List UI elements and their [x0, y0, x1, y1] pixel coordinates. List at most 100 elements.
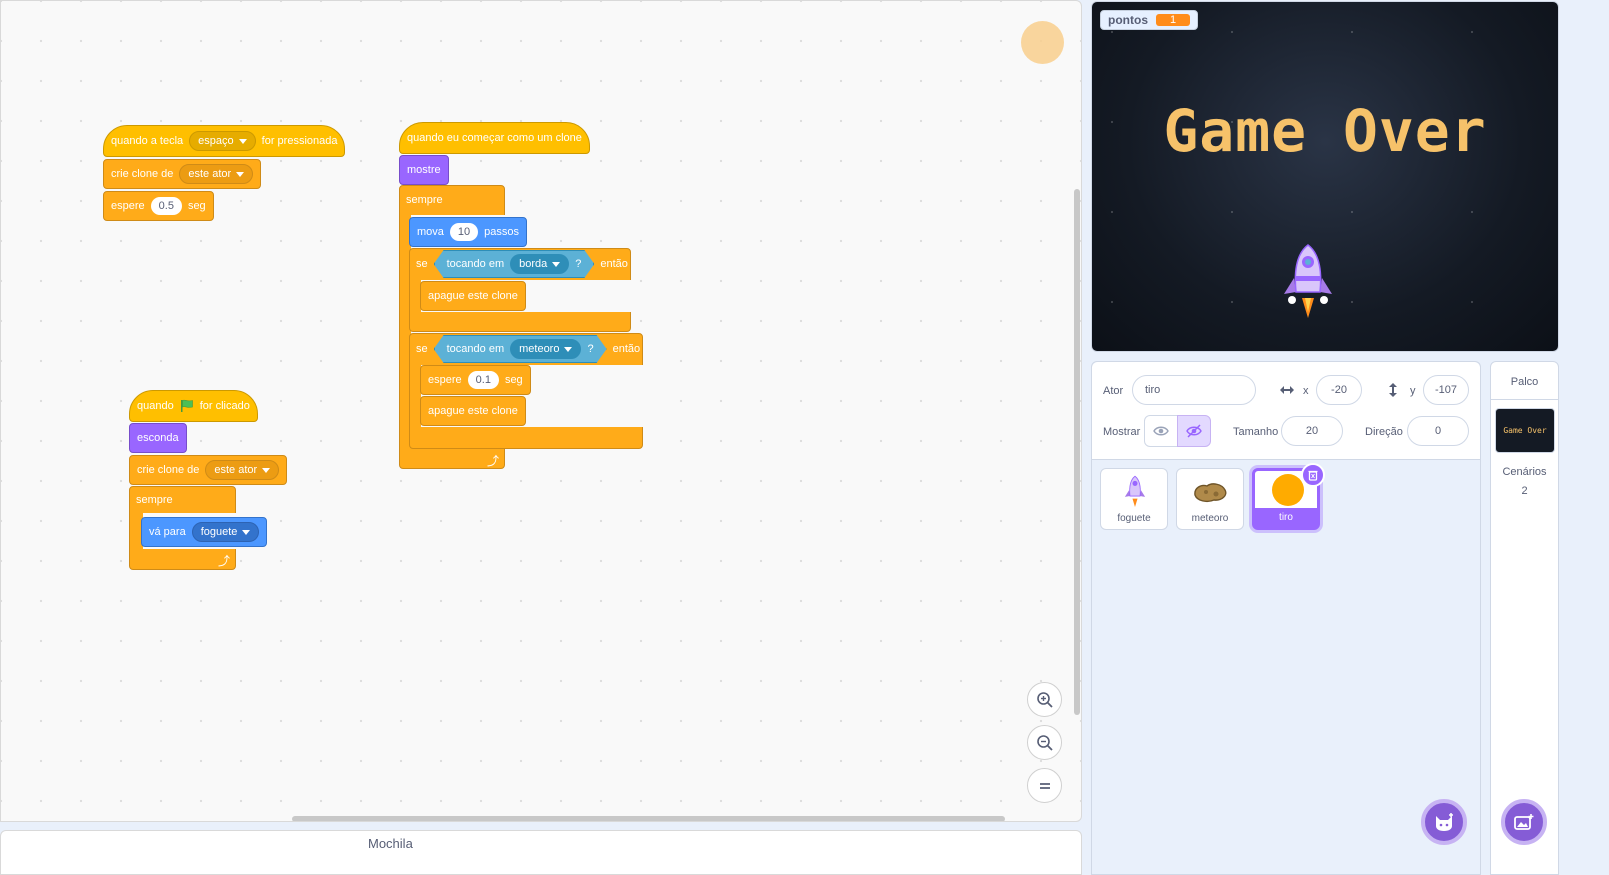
touching-block[interactable]: tocando em meteoro ? [434, 335, 607, 363]
sprite-tile-foguete[interactable]: foguete [1100, 468, 1168, 530]
forever-header: sempre [399, 187, 450, 213]
touching-target-dropdown[interactable]: meteoro [510, 339, 581, 359]
zoom-out-button[interactable] [1027, 725, 1062, 760]
block-text: seg [504, 374, 523, 386]
zoom-reset-icon [1039, 782, 1050, 789]
stage-selector[interactable]: Palco Game Over Cenários 2 [1490, 361, 1559, 875]
zoom-out-icon [1036, 734, 1053, 751]
block-text: crie clone de [137, 464, 200, 476]
delete-this-clone-block[interactable]: apague este clone [420, 396, 526, 426]
block-text: quando a tecla [111, 135, 184, 147]
go-to-block[interactable]: vá para foguete [141, 517, 268, 547]
if-header: se tocando em borda ? então [409, 249, 635, 279]
show-block[interactable]: mostre [399, 155, 449, 185]
block-text: então [600, 258, 628, 270]
sprite-name-input[interactable]: tiro [1132, 375, 1256, 405]
sprite-name: foguete [1117, 513, 1151, 524]
backdrops-count: 2 [1521, 485, 1528, 497]
sprite-tile-meteoro[interactable]: meteoro [1176, 468, 1244, 530]
when-flag-clicked-block[interactable]: quando for clicado [129, 390, 258, 422]
block-text: se [416, 343, 428, 355]
block-text: mova [417, 226, 444, 238]
stage-pane-title: Palco [1491, 362, 1558, 400]
go-to-target-dropdown[interactable]: foguete [191, 522, 260, 542]
sprite-name: meteoro [1191, 513, 1229, 524]
when-start-as-clone-block[interactable]: quando eu começar como um clone [399, 122, 590, 154]
move-steps-block[interactable]: mova 10 passos [409, 217, 528, 247]
backdrops-label: Cenários [1502, 466, 1547, 478]
create-clone-block[interactable]: crie clone de este ator [103, 159, 262, 189]
touching-block[interactable]: tocando em borda ? [434, 250, 595, 278]
size-input[interactable]: 20 [1281, 416, 1343, 446]
choose-backdrop-icon [1514, 814, 1534, 830]
block-text: crie clone de [111, 168, 174, 180]
block-text: quando eu começar como um clone [407, 132, 582, 144]
block-text: sempre [136, 494, 173, 506]
horizontal-scrollbar[interactable] [292, 816, 1005, 821]
block-text: tocando em [446, 258, 505, 270]
key-dropdown[interactable]: espaço [189, 131, 256, 151]
choose-sprite-icon [1436, 813, 1453, 831]
show-label: Mostrar [1103, 426, 1141, 438]
create-clone-block[interactable]: crie clone de este ator [129, 455, 288, 485]
hide-sprite-button[interactable] [1177, 415, 1211, 447]
sprite-pane: Ator tiro x -20 y -107 Mostrar Tamanho 2… [1091, 361, 1481, 875]
backpack[interactable]: Mochila [0, 830, 1082, 875]
clone-target-dropdown[interactable]: este ator [205, 460, 280, 480]
y-label: y [1410, 385, 1416, 397]
code-area[interactable]: quando a tecla espaço for pressionada cr… [0, 0, 1082, 822]
vertical-scrollbar[interactable] [1074, 189, 1080, 715]
block-text: ? [575, 258, 582, 270]
zoom-in-icon [1036, 691, 1053, 708]
block-text: apague este clone [428, 290, 518, 302]
monitor-value: 1 [1156, 14, 1191, 26]
size-label: Tamanho [1233, 426, 1279, 438]
delete-this-clone-block[interactable]: apague este clone [420, 281, 526, 311]
monitor-label: pontos [1108, 13, 1148, 27]
backdrop-thumbnail[interactable]: Game Over [1495, 408, 1555, 453]
x-label: x [1303, 385, 1309, 397]
block-text: vá para [149, 526, 186, 538]
shot-thumbnail [1272, 474, 1304, 506]
backpack-label: Mochila [368, 836, 413, 851]
wait-seconds-input[interactable]: 0.1 [467, 371, 499, 389]
block-text: tocando em [446, 343, 505, 355]
if-header: se tocando em meteoro ? então [409, 334, 647, 364]
sprite-info-panel: Ator tiro x -20 y -107 Mostrar Tamanho 2… [1092, 362, 1480, 460]
wait-block[interactable]: espere 0.5 seg [103, 191, 214, 221]
choose-backdrop-button[interactable] [1501, 799, 1547, 845]
clone-target-dropdown[interactable]: este ator [179, 164, 254, 184]
block-text: sempre [406, 194, 443, 206]
forever-header: sempre [129, 487, 180, 513]
eye-icon [1153, 426, 1169, 436]
steps-input[interactable]: 10 [449, 223, 479, 241]
stage[interactable]: pontos 1 Game Over [1091, 1, 1559, 352]
direction-input[interactable]: 0 [1407, 416, 1469, 446]
hide-block[interactable]: esconda [129, 423, 187, 453]
zoom-in-button[interactable] [1027, 682, 1062, 717]
horizontal-arrows-icon [1280, 386, 1294, 394]
y-input[interactable]: -107 [1423, 375, 1469, 405]
zoom-reset-button[interactable] [1027, 768, 1062, 803]
wait-seconds-input[interactable]: 0.5 [150, 197, 182, 215]
delete-sprite-button[interactable] [1301, 463, 1325, 487]
show-sprite-button[interactable] [1144, 415, 1178, 447]
rocket-sprite[interactable] [1282, 242, 1334, 318]
delete-icon [1308, 470, 1318, 481]
block-text: for pressionada [261, 135, 338, 147]
block-text: mostre [407, 164, 441, 176]
x-input[interactable]: -20 [1316, 375, 1362, 405]
meteor-thumbnail [1194, 483, 1227, 503]
when-key-pressed-block[interactable]: quando a tecla espaço for pressionada [103, 125, 346, 157]
sprite-label: Ator [1103, 385, 1124, 397]
block-text: passos [484, 226, 520, 238]
current-sprite-indicator [1021, 21, 1064, 64]
block-text: apague este clone [428, 405, 518, 417]
block-text: então [612, 343, 641, 355]
wait-block[interactable]: espere 0.1 seg [420, 365, 531, 395]
touching-target-dropdown[interactable]: borda [510, 254, 569, 274]
variable-monitor[interactable]: pontos 1 [1100, 10, 1199, 30]
block-text: ? [587, 343, 594, 355]
sprite-tile-tiro[interactable]: tiro [1252, 463, 1325, 530]
choose-sprite-button[interactable] [1421, 799, 1467, 845]
